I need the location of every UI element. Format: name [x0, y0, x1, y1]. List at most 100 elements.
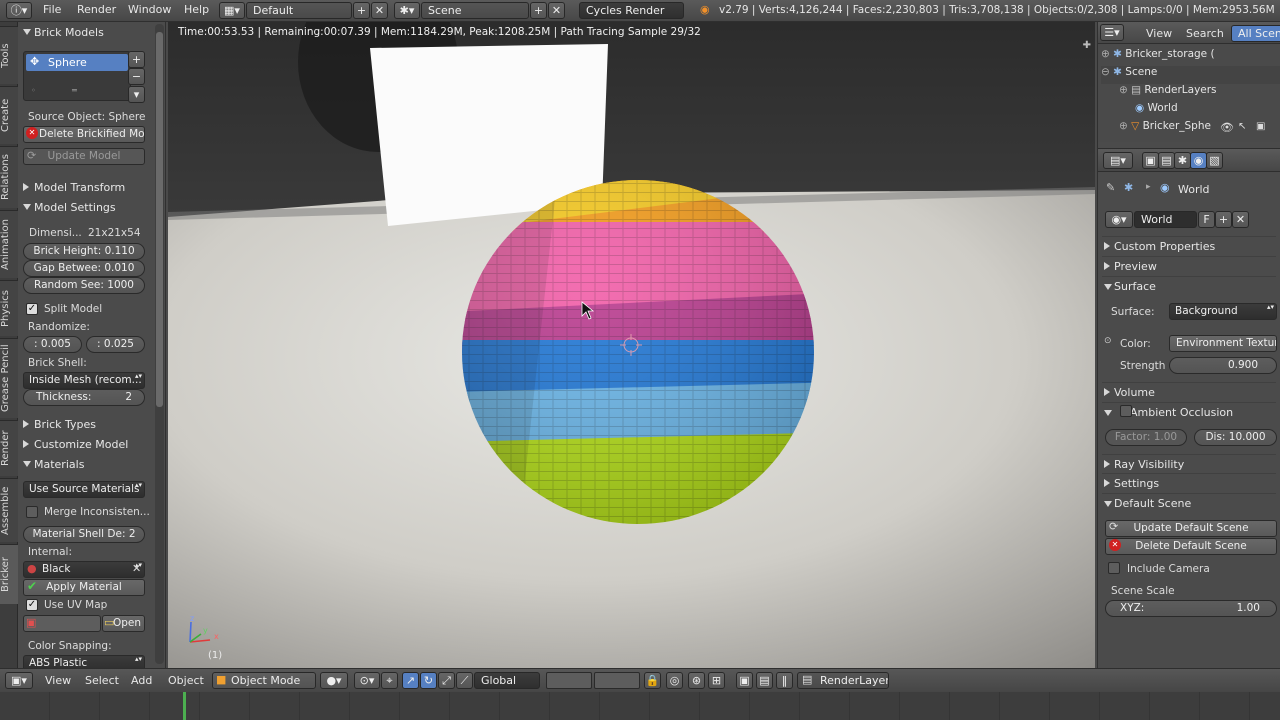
ao-factor-field[interactable]: Factor: 1.00 [1105, 429, 1187, 446]
default-scene-panel[interactable]: Default Scene [1102, 493, 1276, 512]
randomize-field-a[interactable]: : 0.005 [23, 336, 82, 353]
brick-height-field[interactable]: Brick Height: 0.110 [23, 243, 145, 260]
brick-types-header[interactable]: Brick Types [20, 415, 154, 434]
render-animation-icon[interactable]: ▤ [756, 672, 773, 689]
add-screen-icon[interactable]: + [353, 2, 370, 19]
pin-icon[interactable]: ✎ [1106, 181, 1115, 194]
use-uv-map-checkbox[interactable]: ✓ [26, 599, 38, 611]
preview-panel[interactable]: Preview [1102, 256, 1276, 275]
color-socket-icon[interactable]: ⊙ [1104, 336, 1112, 346]
custom-properties-panel[interactable]: Custom Properties [1102, 236, 1276, 255]
visibility-eye-icon[interactable]: 👁 [1220, 121, 1234, 134]
scene-field[interactable]: Scene [421, 2, 529, 19]
color-snapping-dropdown[interactable]: ABS Plastic [23, 655, 145, 668]
close-scene-icon[interactable]: ✕ [548, 2, 565, 19]
update-model-button[interactable]: Update Model [23, 148, 145, 165]
rotate-manipulator-icon[interactable]: ↻ [420, 672, 437, 689]
clear-material-icon[interactable]: ✕ [132, 562, 141, 575]
viewport-expand-icon[interactable]: ✚ [1083, 40, 1091, 51]
scene-tab-icon[interactable]: ✱ [1174, 152, 1191, 169]
3d-viewport[interactable]: Time:00:53.53 | Remaining:00:07.39 | Mem… [168, 22, 1095, 668]
menu-add[interactable]: Add [131, 674, 152, 687]
menu-help[interactable]: Help [184, 3, 209, 16]
screen-field[interactable]: Default [246, 2, 352, 19]
world-tab-icon[interactable]: ◉ [1190, 152, 1207, 169]
properties-editor-icon[interactable]: ▤▾ [1103, 152, 1133, 169]
delete-brickified-button[interactable]: Delete Brickified Mo... [23, 126, 145, 143]
outliner-item-scene[interactable]: ⊖ ✱ Scene [1101, 66, 1280, 84]
editor-type-icon[interactable]: ▣▾ [5, 672, 33, 689]
tab-animation[interactable]: Animation [0, 210, 18, 278]
random-seed-field[interactable]: Random See: 1000 [23, 277, 145, 294]
tab-grease-pencil[interactable]: Grease Pencil [0, 338, 18, 418]
selectability-cursor-icon[interactable]: ↖ [1238, 121, 1246, 132]
menu-file[interactable]: File [43, 3, 61, 16]
pause-render-icon[interactable]: ‖ [776, 672, 793, 689]
snap-element-icon[interactable]: ⊞ [708, 672, 725, 689]
orientation-icon[interactable]: ⟋ [456, 672, 473, 689]
close-screen-icon[interactable]: ✕ [371, 2, 388, 19]
outliner-editor-icon[interactable]: ☰▾ [1100, 24, 1124, 41]
viewport-shading-icon[interactable]: ●▾ [320, 672, 348, 689]
ray-visibility-panel[interactable]: Ray Visibility [1102, 454, 1276, 473]
tab-physics[interactable]: Physics [0, 280, 18, 336]
render-tab-icon[interactable]: ▣ [1142, 152, 1159, 169]
info-editor-icon[interactable]: ⓘ▾ [6, 2, 32, 19]
scene-icon[interactable]: ✱▾ [394, 2, 420, 19]
timeline[interactable] [0, 692, 1280, 720]
outliner-search-menu[interactable]: Search [1186, 27, 1224, 40]
gap-between-field[interactable]: Gap Betwee: 0.010 [23, 260, 145, 277]
menu-view[interactable]: View [45, 674, 71, 687]
tool-shelf-scrollbar[interactable] [155, 24, 164, 664]
scale-manipulator-icon[interactable]: ⤢ [438, 672, 455, 689]
menu-select[interactable]: Select [85, 674, 119, 687]
volume-panel[interactable]: Volume [1102, 382, 1276, 401]
settings-panel[interactable]: Settings [1102, 473, 1276, 492]
update-default-scene-button[interactable]: Update Default Scene [1105, 520, 1277, 537]
tool-shelf-scroll-thumb[interactable] [156, 32, 163, 407]
render-layer-tab-icon[interactable]: ▤ [1158, 152, 1175, 169]
transform-orientation-dropdown[interactable]: Global [474, 672, 540, 689]
pivot-point-icon[interactable]: ⊙▾ [354, 672, 380, 689]
world-name-field[interactable]: World [1134, 211, 1197, 228]
customize-model-header[interactable]: Customize Model [20, 435, 154, 454]
list-item-sphere[interactable]: Sphere [26, 54, 128, 71]
lock-layers-icon[interactable]: 🔒 [644, 672, 661, 689]
outliner-item-renderlayers[interactable]: ⊕ ▤ RenderLayers [1119, 84, 1279, 102]
model-transform-header[interactable]: Model Transform [20, 178, 154, 197]
tab-bricker[interactable]: Bricker [0, 544, 18, 604]
snap-toggle-icon[interactable]: ⊛ [688, 672, 705, 689]
add-scene-icon[interactable]: + [530, 2, 547, 19]
add-model-icon[interactable]: + [128, 51, 145, 68]
tab-relations[interactable]: Relations [0, 146, 18, 208]
surface-dropdown[interactable]: Background [1169, 303, 1277, 320]
world-browse-icon[interactable]: ◉▾ [1105, 211, 1133, 228]
include-camera-checkbox[interactable] [1108, 562, 1120, 574]
color-input-button[interactable]: Environment Texture [1169, 335, 1277, 352]
tab-render[interactable]: Render [0, 420, 18, 476]
tab-tools[interactable]: Tools [0, 26, 18, 84]
model-settings-header[interactable]: Model Settings [20, 198, 154, 217]
translate-manipulator-icon[interactable]: ↗ [402, 672, 419, 689]
delete-default-scene-button[interactable]: Delete Default Scene [1105, 538, 1277, 555]
render-still-icon[interactable]: ▣ [736, 672, 753, 689]
list-handle-icon[interactable]: ◦ [31, 86, 36, 95]
scene-scale-xyz-field[interactable]: XYZ: 1.00 [1105, 600, 1277, 617]
ambient-occlusion-checkbox[interactable] [1120, 405, 1132, 417]
outliner-item-world[interactable]: ◉ World [1135, 102, 1279, 120]
outliner-item-storage[interactable]: ⊕ ✱ Bricker_storage ( [1101, 48, 1280, 66]
brick-models-header[interactable]: Brick Models [20, 23, 154, 42]
randomize-field-b[interactable]: : 0.025 [86, 336, 145, 353]
object-tab-icon[interactable]: ▧ [1206, 152, 1223, 169]
strength-field[interactable]: 0.900 [1169, 357, 1277, 374]
manipulator-toggle-icon[interactable]: ⌖ [381, 672, 398, 689]
outliner-item-bricker-sphere[interactable]: ⊕ ▽ Bricker_Sphe [1119, 120, 1279, 138]
new-world-icon[interactable]: + [1215, 211, 1232, 228]
tab-assemble[interactable]: Assemble [0, 478, 18, 542]
split-model-checkbox[interactable]: ✓ [26, 303, 38, 315]
layer-group-2[interactable] [594, 672, 640, 689]
menu-object[interactable]: Object [168, 674, 204, 687]
renderability-camera-icon[interactable]: ▣ [1256, 121, 1265, 132]
current-frame-marker[interactable] [183, 692, 186, 720]
tab-create[interactable]: Create [0, 86, 18, 144]
